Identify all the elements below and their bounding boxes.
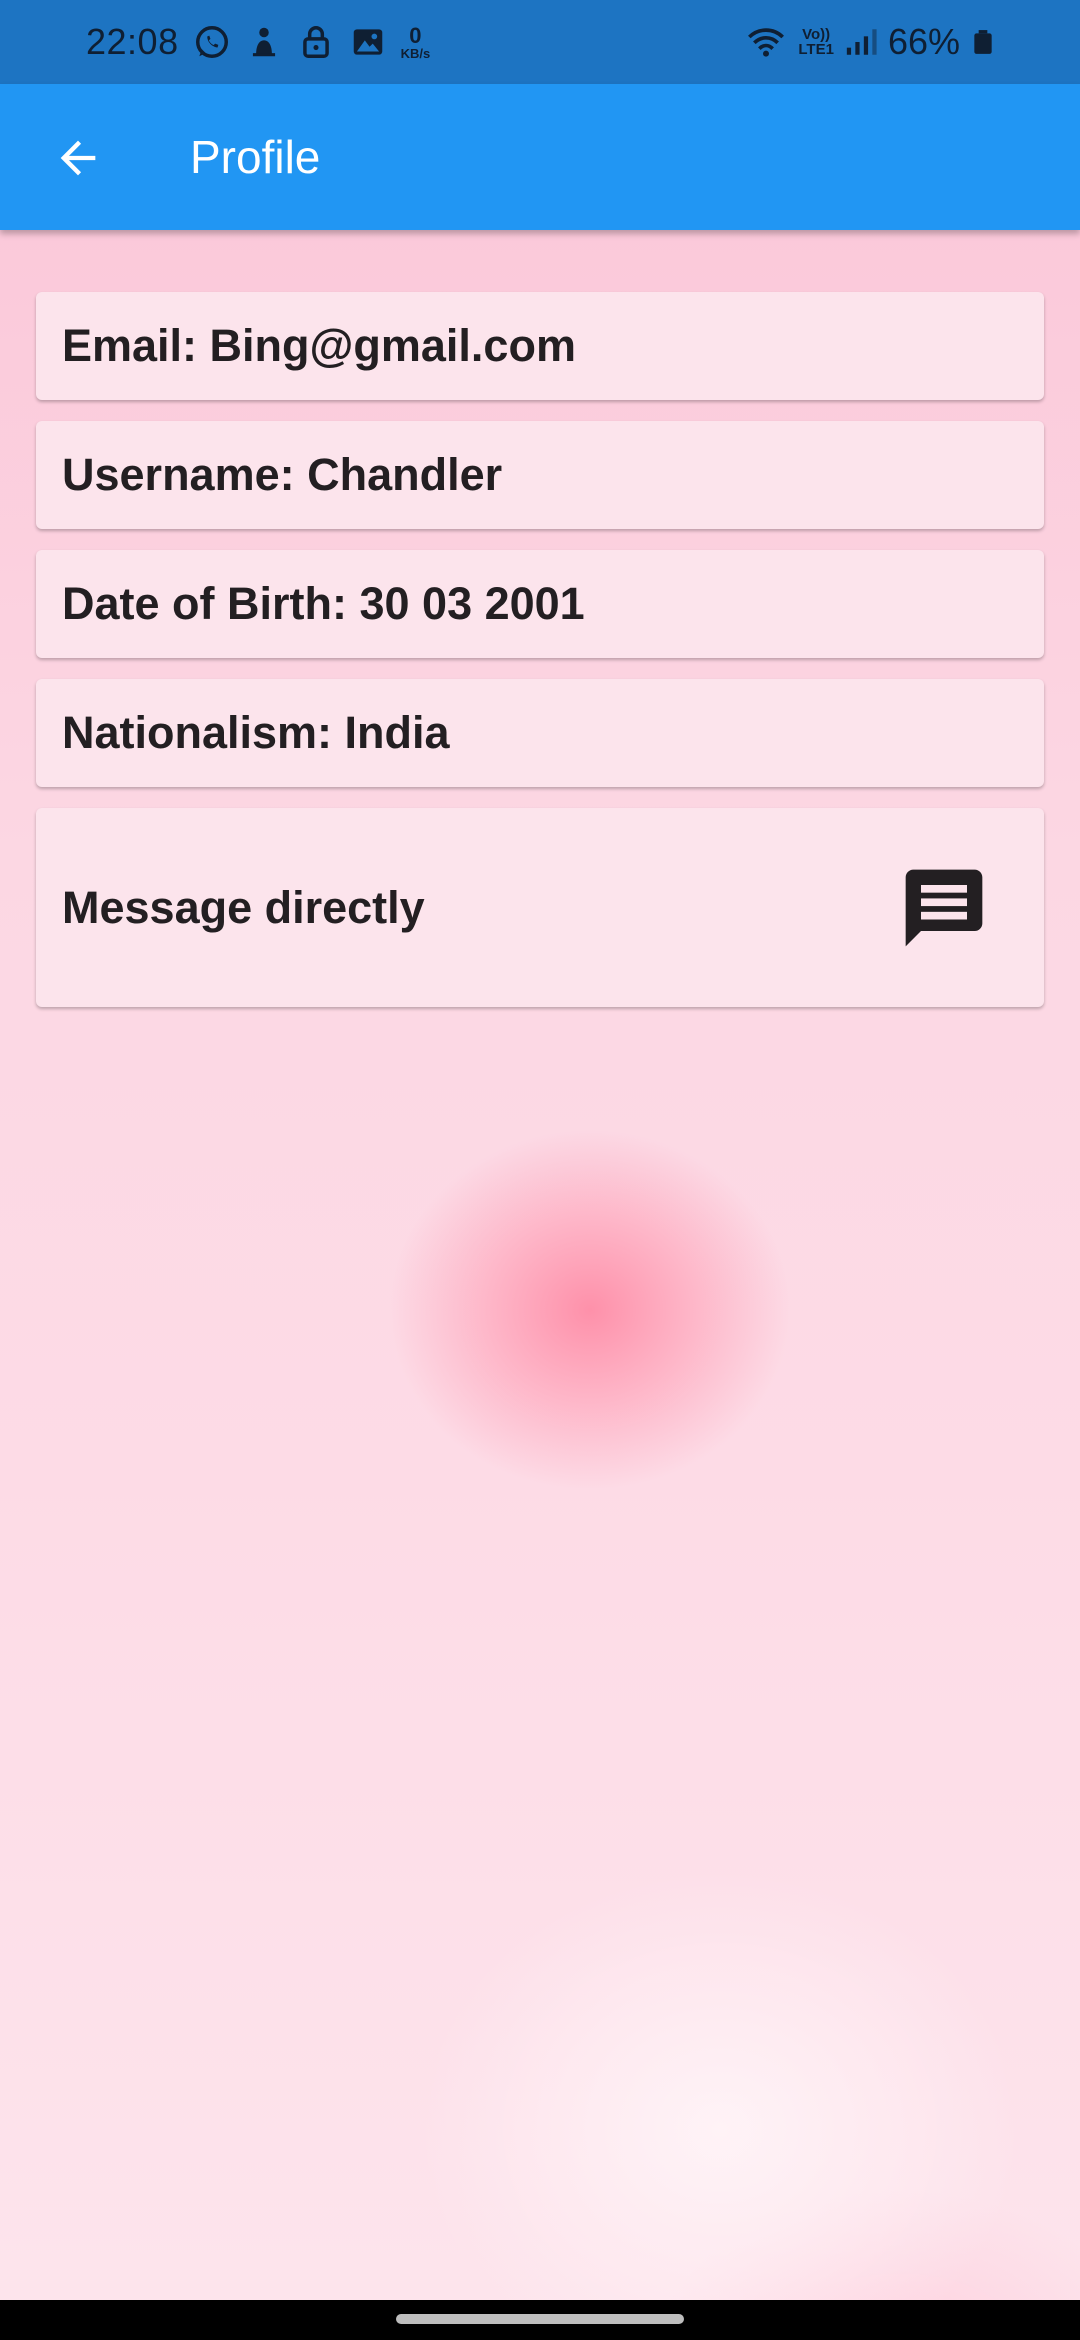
network-type: Vo)) LTE1 bbox=[798, 27, 834, 57]
chat-icon[interactable] bbox=[898, 862, 990, 954]
email-text: Email: Bing@gmail.com bbox=[62, 320, 576, 371]
data-speed-value: 0 bbox=[409, 22, 422, 48]
navigation-bar bbox=[0, 2300, 1080, 2340]
status-left: 22:08 0 KB/s bbox=[86, 0, 430, 84]
back-button[interactable] bbox=[40, 120, 116, 196]
data-speed: 0 KB/s bbox=[400, 22, 431, 61]
notification-icon bbox=[252, 27, 275, 57]
message-directly-label: Message directly bbox=[62, 881, 425, 933]
page-title: Profile bbox=[190, 131, 321, 183]
email-card: Email: Bing@gmail.com bbox=[36, 292, 1044, 400]
nationalism-text: Nationalism: India bbox=[62, 707, 450, 758]
status-bar: 22:08 0 KB/s Vo)) LTE1 66% bbox=[0, 0, 1080, 84]
battery-percent: 66% bbox=[887, 21, 960, 62]
arrow-back-icon bbox=[60, 140, 96, 176]
dob-card: Date of Birth: 30 03 2001 bbox=[36, 550, 1044, 658]
battery-icon bbox=[974, 30, 992, 54]
signal-icon bbox=[846, 29, 877, 55]
volte-label: Vo)) bbox=[802, 26, 831, 43]
status-right: Vo)) LTE1 66% bbox=[744, 0, 996, 84]
lock-icon bbox=[302, 26, 329, 58]
profile-card-list: Email: Bing@gmail.com Username: Chandler… bbox=[36, 292, 1044, 1007]
wifi-icon bbox=[748, 28, 785, 57]
dob-text: Date of Birth: 30 03 2001 bbox=[62, 578, 585, 629]
username-text: Username: Chandler bbox=[62, 449, 503, 500]
lte-label: LTE1 bbox=[798, 41, 834, 58]
home-indicator[interactable] bbox=[396, 2314, 684, 2324]
data-speed-unit: KB/s bbox=[400, 45, 431, 61]
whatsapp-icon bbox=[195, 26, 228, 58]
message-directly-card[interactable]: Message directly bbox=[36, 808, 1044, 1007]
app-bar: Profile bbox=[0, 84, 1080, 230]
gallery-icon bbox=[353, 29, 382, 55]
username-card: Username: Chandler bbox=[36, 421, 1044, 529]
nationalism-card: Nationalism: India bbox=[36, 679, 1044, 787]
status-time: 22:08 bbox=[86, 21, 179, 62]
